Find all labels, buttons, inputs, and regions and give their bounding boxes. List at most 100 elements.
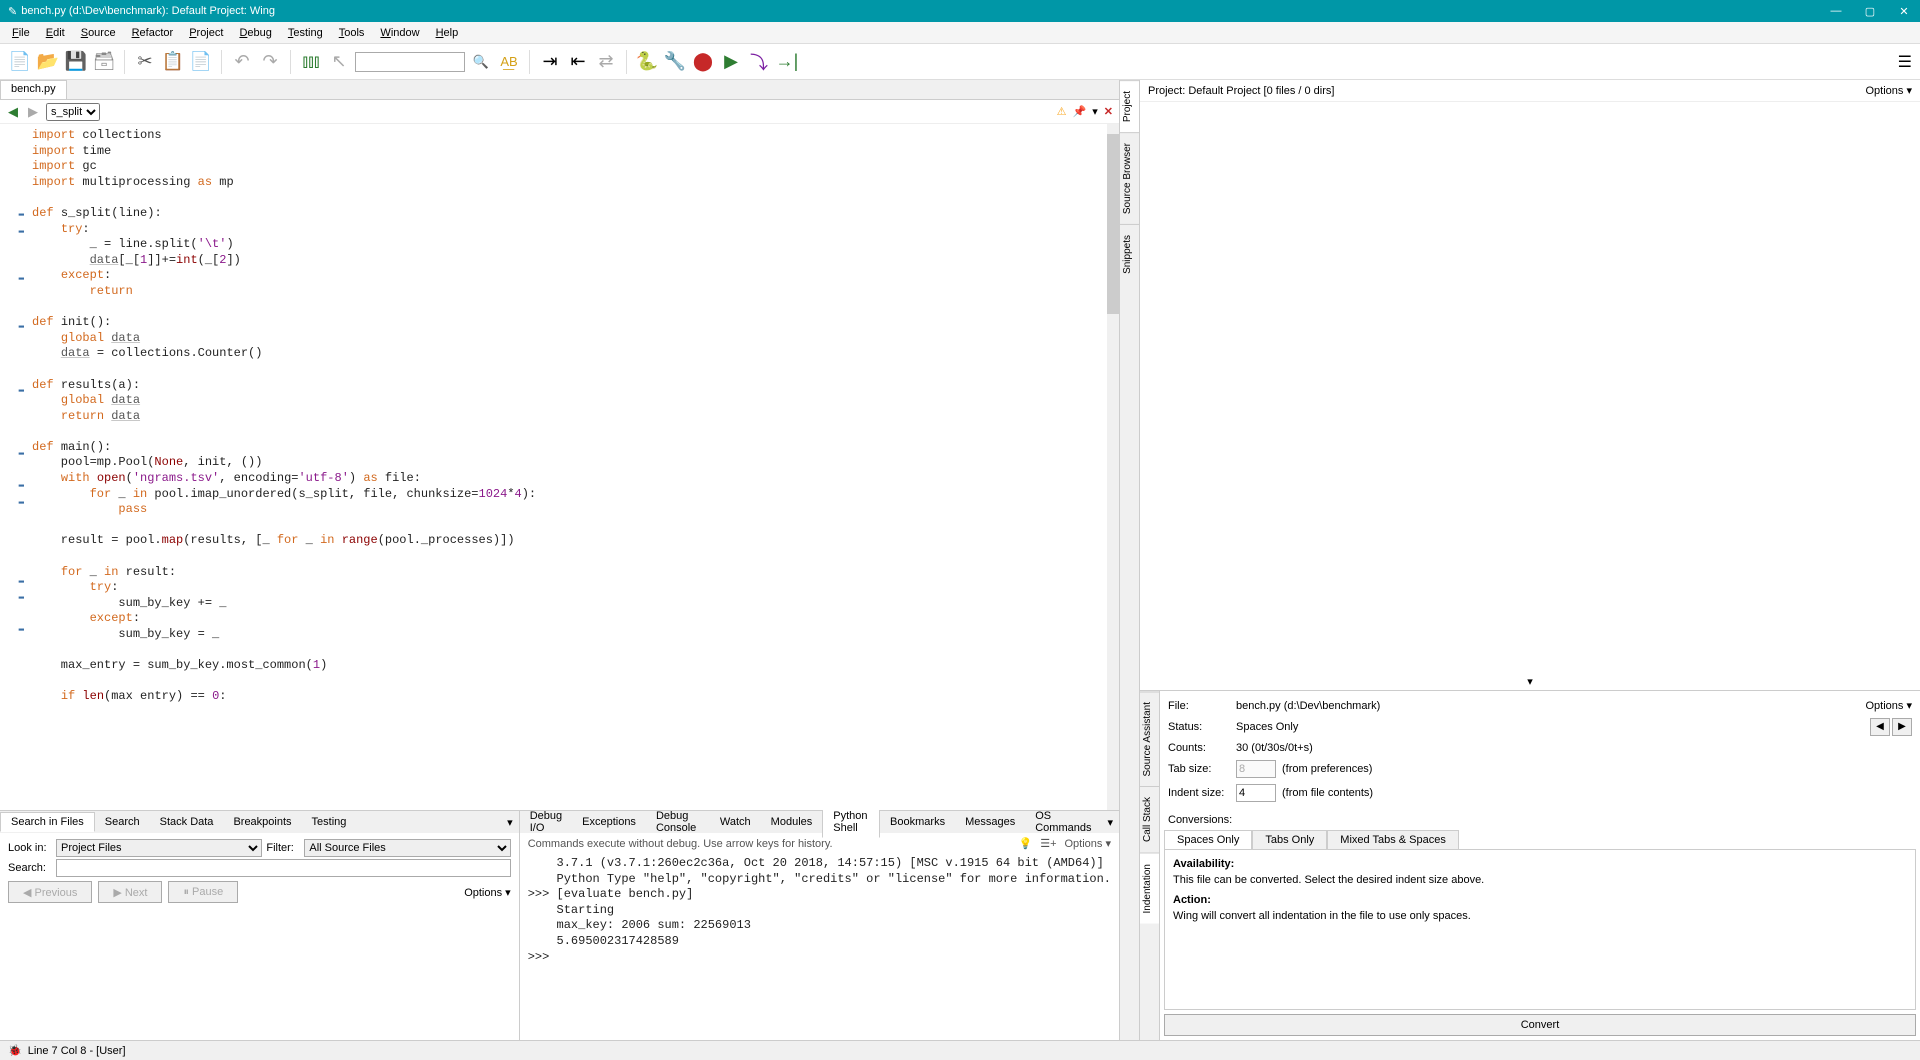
bug-icon[interactable]: 🐞 (8, 1044, 22, 1057)
pin-icon[interactable]: 📌 (1073, 105, 1087, 118)
tab-watch[interactable]: Watch (710, 813, 761, 831)
search-icon[interactable]: 🔍 (469, 50, 493, 74)
nav-next-button[interactable]: ▶ (1892, 718, 1912, 736)
tab-breakpoints[interactable]: Breakpoints (223, 813, 301, 831)
step-icon[interactable]: ⤵ (747, 50, 771, 74)
menu-project[interactable]: Project (181, 25, 231, 41)
nav-fwd-icon[interactable]: ▶ (26, 104, 40, 120)
close-editor-icon[interactable]: ✕ (1104, 105, 1113, 118)
file-tab[interactable]: bench.py (0, 80, 67, 99)
search-input[interactable] (56, 859, 511, 877)
toolbar-search-input[interactable] (355, 52, 465, 72)
conversions-label: Conversions: (1160, 810, 1920, 830)
convtab-tabs-only[interactable]: Tabs Only (1252, 830, 1327, 849)
tabs-dropdown-icon[interactable]: ▾ (1101, 816, 1119, 829)
tabsize-note: (from preferences) (1282, 763, 1372, 775)
editor-scrollbar[interactable] (1107, 124, 1119, 810)
save-all-icon[interactable]: 🗃 (92, 50, 116, 74)
vtab-call-stack[interactable]: Call Stack (1140, 786, 1159, 852)
look-in-select[interactable]: Project Files (56, 839, 262, 857)
tab-search[interactable]: Search (95, 813, 150, 831)
tab-stack-data[interactable]: Stack Data (150, 813, 224, 831)
menu-testing[interactable]: Testing (280, 25, 331, 41)
code-editor[interactable]: ▬▬ ▬ ▬ ▬ ▬ ▬▬ ▬▬ ▬ import collectionsimp… (0, 124, 1119, 810)
paste-icon[interactable]: 📄 (189, 50, 213, 74)
goto-icon[interactable]: ↖ (327, 50, 351, 74)
vtab-snippets[interactable]: Snippets (1120, 224, 1139, 284)
counts-value: 30 (0t/30s/0t+s) (1236, 742, 1313, 754)
undo-icon[interactable]: ↶ (230, 50, 254, 74)
redo-icon[interactable]: ↷ (258, 50, 282, 74)
sa-options-link[interactable]: Options ▾ (1866, 699, 1913, 712)
new-file-icon[interactable]: 📄 (8, 50, 32, 74)
nav-prev-button[interactable]: ◀ (1870, 718, 1890, 736)
run-icon[interactable]: ▶ (719, 50, 743, 74)
vtab-source-browser[interactable]: Source Browser (1120, 132, 1139, 224)
nav-back-icon[interactable]: ◀ (6, 104, 20, 120)
warning-icon[interactable]: ⚠ (1057, 105, 1067, 118)
window-title: bench.py (d:\Dev\benchmark): Default Pro… (21, 5, 275, 17)
chevron-down-icon[interactable]: ▾ (1092, 105, 1098, 118)
symbol-select[interactable]: s_split (46, 103, 100, 121)
indentation-icon[interactable]: ⫾⫾⫾ (299, 50, 323, 74)
menu-refactor[interactable]: Refactor (124, 25, 182, 41)
maximize-button[interactable]: ▢ (1862, 5, 1878, 18)
breakpoint-icon[interactable]: ⬤ (691, 50, 715, 74)
vtab-source-assistant[interactable]: Source Assistant (1140, 691, 1159, 786)
convtab-spaces-only[interactable]: Spaces Only (1164, 830, 1252, 849)
open-file-icon[interactable]: 📂 (36, 50, 60, 74)
shell-output[interactable]: 3.7.1 (v3.7.1:260ec2c36a, Oct 20 2018, 1… (520, 854, 1119, 1040)
outdent-icon[interactable]: ⇤ (566, 50, 590, 74)
status-value: Spaces Only (1236, 721, 1298, 733)
tabs-dropdown-icon[interactable]: ▾ (501, 816, 519, 829)
project-options-link[interactable]: Options ▾ (1866, 84, 1913, 97)
step-into-icon[interactable]: →| (775, 50, 799, 74)
save-icon[interactable]: 💾 (64, 50, 88, 74)
menu-window[interactable]: Window (372, 25, 427, 41)
filter-label: Filter: (266, 842, 300, 854)
statusbar: 🐞 Line 7 Col 8 - [User] (0, 1040, 1920, 1060)
project-tree[interactable]: ▾ (1140, 102, 1920, 690)
copy-icon[interactable]: 📋 (161, 50, 185, 74)
tab-search-in-files[interactable]: Search in Files (0, 812, 95, 832)
tabsize-label: Tab size: (1168, 763, 1230, 775)
shell-options-link[interactable]: Options ▾ (1065, 837, 1112, 850)
find-replace-icon[interactable]: A͟B (497, 50, 521, 74)
filter-select[interactable]: All Source Files (304, 839, 510, 857)
list-icon[interactable]: ☰+ (1040, 837, 1056, 850)
menu-file[interactable]: File (4, 25, 38, 41)
minimize-button[interactable]: — (1828, 5, 1844, 18)
tab-exceptions[interactable]: Exceptions (572, 813, 646, 831)
vtab-indentation[interactable]: Indentation (1140, 853, 1159, 924)
menu-tools[interactable]: Tools (331, 25, 373, 41)
tabsize-input[interactable] (1236, 760, 1276, 778)
project-title: Project: Default Project [0 files / 0 di… (1148, 85, 1334, 97)
indent-icon[interactable]: ⇥ (538, 50, 562, 74)
tab-bookmarks[interactable]: Bookmarks (880, 813, 955, 831)
close-button[interactable]: ✕ (1896, 5, 1912, 18)
tab-messages[interactable]: Messages (955, 813, 1025, 831)
vtab-project[interactable]: Project (1120, 80, 1139, 132)
menu-source[interactable]: Source (73, 25, 124, 41)
options-link[interactable]: Options ▾ (464, 886, 511, 899)
hamburger-icon[interactable]: ☰ (1898, 52, 1912, 72)
menu-edit[interactable]: Edit (38, 25, 73, 41)
cut-icon[interactable]: ✂ (133, 50, 157, 74)
tab-testing[interactable]: Testing (302, 813, 357, 831)
menu-debug[interactable]: Debug (231, 25, 279, 41)
convtab-mixed-tabs---spaces[interactable]: Mixed Tabs & Spaces (1327, 830, 1459, 849)
python-icon[interactable]: 🐍 (635, 50, 659, 74)
debug-file-icon[interactable]: 🔧 (663, 50, 687, 74)
next-button[interactable]: ▶ Next (98, 881, 162, 903)
pause-button[interactable]: ⏸ Pause (168, 881, 238, 903)
action-heading: Action: (1173, 894, 1907, 906)
menu-help[interactable]: Help (428, 25, 467, 41)
indent-input[interactable] (1236, 784, 1276, 802)
comment-icon[interactable]: ⇄ (594, 50, 618, 74)
lightbulb-icon[interactable]: 💡 (1019, 837, 1033, 850)
tab-modules[interactable]: Modules (761, 813, 823, 831)
convert-button[interactable]: Convert (1164, 1014, 1916, 1036)
chevron-down-icon[interactable]: ▾ (1527, 675, 1533, 688)
previous-button[interactable]: ◀ Previous (8, 881, 92, 903)
file-value: bench.py (d:\Dev\benchmark) (1236, 700, 1380, 712)
